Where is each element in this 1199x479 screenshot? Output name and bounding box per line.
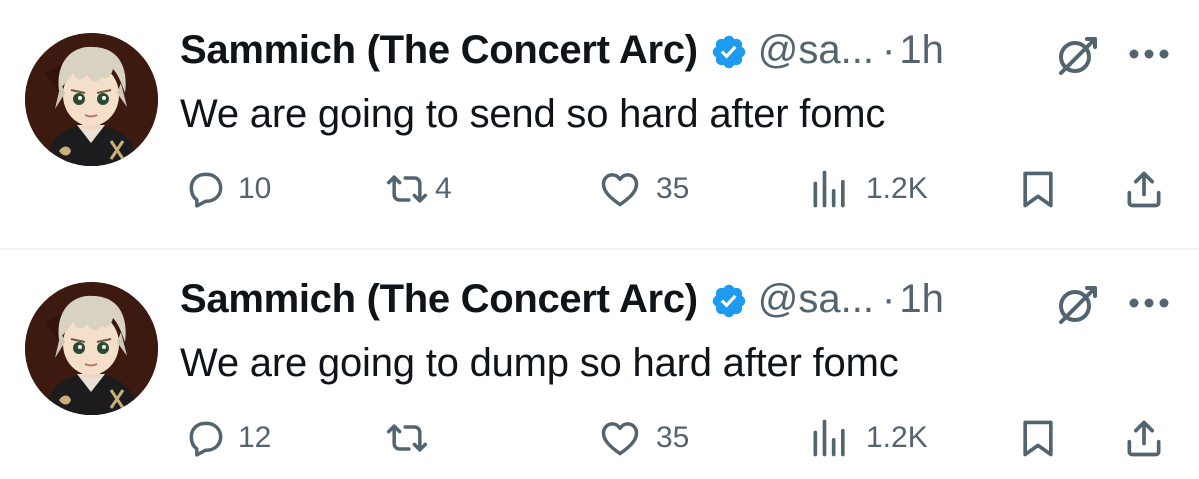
repost-button[interactable] bbox=[385, 413, 435, 463]
like-button[interactable]: 35 bbox=[598, 413, 689, 463]
like-button[interactable]: 35 bbox=[598, 164, 689, 214]
handle[interactable]: @sa... bbox=[758, 28, 874, 73]
tweet-header: Sammich (The Concert Arc) @sa... · 1h bbox=[180, 277, 944, 322]
views-icon bbox=[808, 416, 852, 460]
reply-button[interactable]: 12 bbox=[184, 413, 271, 463]
action-bar: 10 4 35 1.2K bbox=[0, 164, 1199, 214]
verified-badge-icon bbox=[710, 282, 748, 320]
more-icon[interactable] bbox=[1128, 48, 1170, 60]
views-icon bbox=[808, 167, 852, 211]
tweet[interactable]: Sammich (The Concert Arc) @sa... · 1h We… bbox=[0, 0, 1199, 250]
repost-button[interactable]: 4 bbox=[385, 164, 452, 214]
separator: · bbox=[882, 28, 896, 72]
bookmark-button[interactable] bbox=[1016, 413, 1060, 463]
separator: · bbox=[882, 277, 896, 321]
bookmark-icon bbox=[1016, 167, 1060, 211]
timestamp[interactable]: 1h bbox=[899, 28, 944, 73]
timestamp[interactable]: 1h bbox=[899, 277, 944, 322]
reply-icon bbox=[184, 416, 228, 460]
tweet-text: We are going to send so hard after fomc bbox=[180, 92, 886, 136]
views-count: 1.2K bbox=[866, 421, 928, 454]
views-button[interactable]: 1.2K bbox=[808, 413, 928, 463]
share-button[interactable] bbox=[1122, 164, 1166, 214]
display-name[interactable]: Sammich (The Concert Arc) bbox=[180, 277, 698, 322]
avatar[interactable] bbox=[25, 282, 158, 415]
views-button[interactable]: 1.2K bbox=[808, 164, 928, 214]
repost-count: 4 bbox=[435, 172, 452, 205]
views-count: 1.2K bbox=[866, 172, 928, 205]
share-icon bbox=[1122, 416, 1166, 460]
grok-icon[interactable] bbox=[1053, 280, 1101, 328]
action-bar: 12 35 1.2K bbox=[0, 413, 1199, 463]
tweet[interactable]: Sammich (The Concert Arc) @sa... · 1h We… bbox=[0, 248, 1199, 479]
handle[interactable]: @sa... bbox=[758, 277, 874, 322]
like-count: 35 bbox=[656, 172, 690, 205]
bookmark-icon bbox=[1016, 416, 1060, 460]
tweet-text: We are going to dump so hard after fomc bbox=[180, 341, 899, 385]
display-name[interactable]: Sammich (The Concert Arc) bbox=[180, 28, 698, 73]
reply-icon bbox=[184, 167, 228, 211]
like-icon bbox=[598, 416, 642, 460]
like-icon bbox=[598, 167, 642, 211]
like-count: 35 bbox=[656, 421, 690, 454]
grok-icon[interactable] bbox=[1053, 31, 1101, 79]
reply-count: 10 bbox=[238, 172, 272, 205]
repost-icon bbox=[385, 167, 429, 211]
verified-badge-icon bbox=[710, 33, 748, 71]
tweet-header: Sammich (The Concert Arc) @sa... · 1h bbox=[180, 28, 944, 73]
reply-button[interactable]: 10 bbox=[184, 164, 271, 214]
share-icon bbox=[1122, 167, 1166, 211]
share-button[interactable] bbox=[1122, 413, 1166, 463]
more-icon[interactable] bbox=[1128, 297, 1170, 309]
avatar[interactable] bbox=[25, 33, 158, 166]
repost-icon bbox=[385, 416, 429, 460]
reply-count: 12 bbox=[238, 421, 272, 454]
bookmark-button[interactable] bbox=[1016, 164, 1060, 214]
